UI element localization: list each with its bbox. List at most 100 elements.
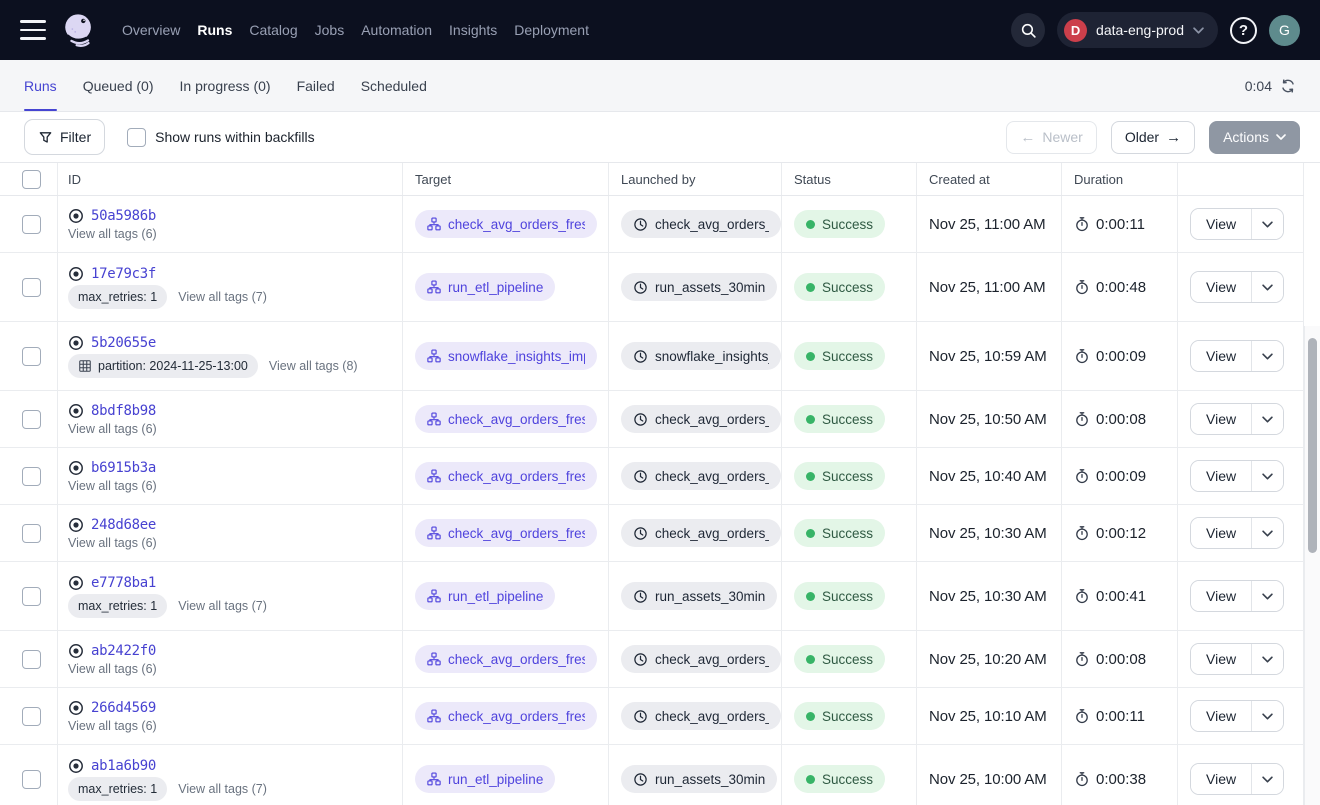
view-button[interactable]: View [1191,461,1252,491]
actions-button[interactable]: Actions [1209,121,1300,154]
view-dropdown-button[interactable] [1252,764,1283,794]
view-all-tags-link[interactable]: View all tags (8) [269,359,358,373]
target-job-pill[interactable]: run_etl_pipeline [415,765,555,793]
run-id-link[interactable]: 8bdf8b98 [91,403,156,419]
scrollbar-track[interactable] [1304,326,1320,805]
run-tag-pill[interactable]: max_retries: 1 [68,285,167,309]
run-id-link[interactable]: 266d4569 [91,700,156,716]
refresh-icon[interactable] [1280,78,1296,94]
view-button[interactable]: View [1191,644,1252,674]
nav-item-deployment[interactable]: Deployment [514,22,589,38]
row-checkbox[interactable] [22,587,41,606]
launched-by-pill[interactable]: run_assets_30min [621,273,777,301]
target-job-pill[interactable]: check_avg_orders_freshne [415,405,597,433]
older-button[interactable]: Older → [1111,121,1195,154]
view-all-tags-link[interactable]: View all tags (7) [178,782,267,796]
target-job-pill[interactable]: run_etl_pipeline [415,273,555,301]
help-icon[interactable]: ? [1230,17,1257,44]
row-checkbox[interactable] [22,770,41,789]
target-job-pill[interactable]: check_avg_orders_freshne [415,462,597,490]
target-job-pill[interactable]: snowflake_insights_import [415,342,597,370]
nav-item-catalog[interactable]: Catalog [249,22,297,38]
tab-in-progress-0[interactable]: In progress (0) [180,60,271,111]
view-button[interactable]: View [1191,764,1252,794]
user-avatar[interactable]: G [1269,15,1300,46]
view-all-tags-link[interactable]: View all tags (6) [68,422,157,436]
view-dropdown-button[interactable] [1252,461,1283,491]
view-dropdown-button[interactable] [1252,272,1283,302]
show-backfills-toggle[interactable]: Show runs within backfills [127,128,315,147]
nav-item-automation[interactable]: Automation [361,22,432,38]
view-dropdown-button[interactable] [1252,701,1283,731]
newer-button[interactable]: ← Newer [1006,121,1096,154]
launched-by-pill[interactable]: check_avg_orders_f… [621,645,781,673]
target-job-pill[interactable]: check_avg_orders_freshne [415,519,597,547]
target-job-pill[interactable]: check_avg_orders_freshne [415,645,597,673]
search-button[interactable] [1011,13,1045,47]
target-job-pill[interactable]: check_avg_orders_freshne [415,210,597,238]
show-backfills-checkbox[interactable] [127,128,146,147]
view-all-tags-link[interactable]: View all tags (6) [68,479,157,493]
run-id-link[interactable]: b6915b3a [91,460,156,476]
view-dropdown-button[interactable] [1252,581,1283,611]
run-tag-pill[interactable]: max_retries: 1 [68,594,167,618]
view-all-tags-link[interactable]: View all tags (6) [68,227,157,241]
launched-by-pill[interactable]: run_assets_30min [621,765,777,793]
tab-scheduled[interactable]: Scheduled [361,60,427,111]
row-checkbox[interactable] [22,650,41,669]
view-button[interactable]: View [1191,404,1252,434]
view-button[interactable]: View [1191,272,1252,302]
run-id-link[interactable]: ab2422f0 [91,643,156,659]
deployment-switcher[interactable]: D data-eng-prod [1057,12,1218,48]
launched-by-pill[interactable]: check_avg_orders_f… [621,519,781,547]
launched-by-pill[interactable]: check_avg_orders_f… [621,702,781,730]
target-job-pill[interactable]: check_avg_orders_freshne [415,702,597,730]
run-id-link[interactable]: 50a5986b [91,208,156,224]
view-all-tags-link[interactable]: View all tags (7) [178,290,267,304]
row-checkbox[interactable] [22,410,41,429]
tab-queued-0[interactable]: Queued (0) [83,60,154,111]
nav-item-jobs[interactable]: Jobs [315,22,345,38]
run-tag-pill[interactable]: partition: 2024-11-25-13:00 [68,354,258,378]
launched-by-pill[interactable]: check_avg_orders_f… [621,210,781,238]
view-button[interactable]: View [1191,581,1252,611]
nav-item-insights[interactable]: Insights [449,22,497,38]
view-dropdown-button[interactable] [1252,341,1283,371]
target-job-pill[interactable]: run_etl_pipeline [415,582,555,610]
launched-by-pill[interactable]: check_avg_orders_f… [621,462,781,490]
view-dropdown-button[interactable] [1252,518,1283,548]
launched-by-pill[interactable]: check_avg_orders_f… [621,405,781,433]
view-all-tags-link[interactable]: View all tags (6) [68,536,157,550]
view-all-tags-link[interactable]: View all tags (7) [178,599,267,613]
view-all-tags-link[interactable]: View all tags (6) [68,719,157,733]
run-id-link[interactable]: ab1a6b90 [91,758,156,774]
row-checkbox[interactable] [22,707,41,726]
view-button[interactable]: View [1191,701,1252,731]
vertical-scrollbar[interactable] [1308,338,1317,553]
view-dropdown-button[interactable] [1252,404,1283,434]
run-id-link[interactable]: e7778ba1 [91,575,156,591]
row-checkbox[interactable] [22,215,41,234]
select-all-checkbox[interactable] [22,170,41,189]
launched-by-pill[interactable]: snowflake_insights_… [621,342,781,370]
nav-item-overview[interactable]: Overview [122,22,180,38]
view-all-tags-link[interactable]: View all tags (6) [68,662,157,676]
nav-item-runs[interactable]: Runs [197,22,232,38]
view-button[interactable]: View [1191,341,1252,371]
run-tag-pill[interactable]: max_retries: 1 [68,777,167,801]
tab-failed[interactable]: Failed [297,60,335,111]
view-button[interactable]: View [1191,518,1252,548]
run-id-link[interactable]: 5b20655e [91,335,156,351]
tab-runs[interactable]: Runs [24,60,57,111]
menu-icon[interactable] [20,20,46,40]
view-dropdown-button[interactable] [1252,209,1283,239]
run-id-link[interactable]: 248d68ee [91,517,156,533]
run-id-link[interactable]: 17e79c3f [91,266,156,282]
dagster-logo-icon[interactable] [60,8,100,52]
launched-by-pill[interactable]: run_assets_30min [621,582,777,610]
row-checkbox[interactable] [22,347,41,366]
view-dropdown-button[interactable] [1252,644,1283,674]
row-checkbox[interactable] [22,278,41,297]
filter-button[interactable]: Filter [24,119,105,155]
row-checkbox[interactable] [22,524,41,543]
